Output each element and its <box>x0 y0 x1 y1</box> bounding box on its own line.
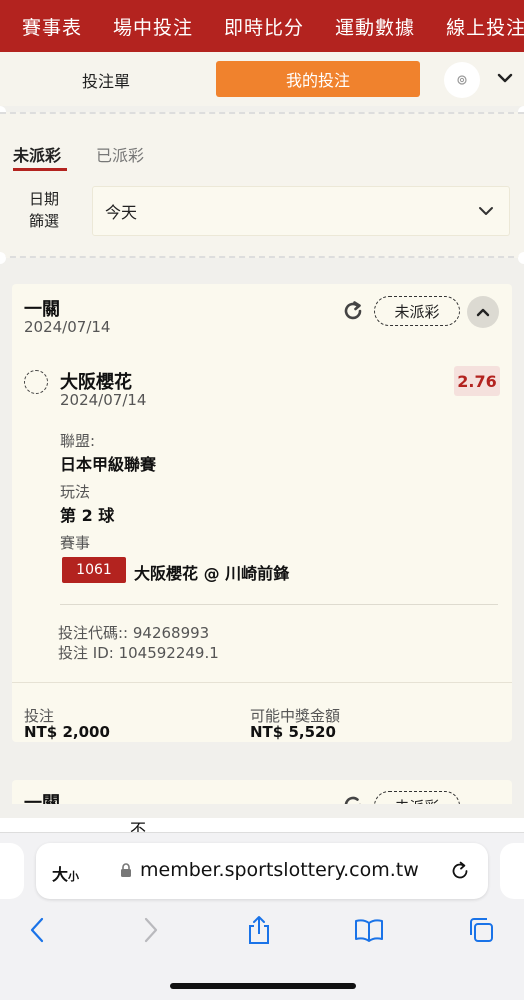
bookmarks-icon <box>355 919 383 942</box>
previous-tab-peek[interactable] <box>0 843 24 899</box>
bet-type: 一關 <box>24 793 60 804</box>
bet-date: 2024/07/14 <box>24 318 111 336</box>
nav-item-live-betting[interactable]: 場中投注 <box>91 13 202 40</box>
top-nav: 賽事表 場中投注 即時比分 運動數據 線上投注 <box>0 0 524 52</box>
nav-item-live-scores[interactable]: 即時比分 <box>202 13 313 40</box>
selection-status-icon <box>24 370 48 394</box>
nav-item-online-betting[interactable]: 線上投注 <box>424 13 524 40</box>
chevron-down-icon <box>479 207 493 215</box>
tab-bet-slip[interactable]: 投注單 <box>82 68 130 92</box>
back-button[interactable] <box>22 913 52 947</box>
share-icon <box>249 916 269 944</box>
back-icon <box>30 917 44 943</box>
partial-text: 不 <box>130 820 147 832</box>
selection-date: 2024/07/14 <box>60 391 147 409</box>
nav-item-sports-data[interactable]: 運動數據 <box>313 13 424 40</box>
event-label: 賽事 <box>60 534 91 552</box>
tabs-icon <box>470 918 493 942</box>
forward-icon <box>144 917 158 943</box>
tab-my-bets[interactable]: 我的投注 <box>216 61 420 97</box>
bet-card-footer: 投注 NT$ 2,000 可能中獎金額 NT$ 5,520 <box>12 682 512 742</box>
chevron-down-icon <box>497 73 513 83</box>
odds-badge: 2.76 <box>454 366 500 396</box>
collapse-card-button[interactable] <box>467 296 499 328</box>
tab-unsettled[interactable]: 未派彩 <box>13 142 61 166</box>
tabs-button[interactable] <box>466 913 496 947</box>
stake-value: NT$ 2,000 <box>24 723 110 741</box>
date-filter-value: 今天 <box>105 203 138 222</box>
bet-code: 投注代碼:: 94268993 <box>58 624 210 642</box>
nav-item-schedule[interactable]: 賽事表 <box>0 13 91 40</box>
next-tab-peek[interactable] <box>500 843 524 899</box>
bet-card: 一關 未派彩 <box>12 780 512 804</box>
home-indicator[interactable] <box>170 983 356 989</box>
bet-id: 投注 ID: 104592249.1 <box>58 644 219 662</box>
refresh-icon[interactable] <box>340 298 366 324</box>
bookmarks-button[interactable] <box>354 913 384 947</box>
reload-icon[interactable] <box>448 859 472 883</box>
market-label: 玩法 <box>60 483 91 501</box>
bet-filter-panel: 未派彩 已派彩 日期篩選 今天 <box>0 112 524 258</box>
url-text: member.sportslottery.com.tw <box>140 859 419 881</box>
text-size-button[interactable]: 大小 <box>52 861 79 885</box>
divider <box>60 604 498 605</box>
bet-card: 一關 2024/07/14 未派彩 大阪櫻花 2024/07/14 2.76 聯… <box>12 284 512 742</box>
settings-button[interactable] <box>444 62 480 98</box>
collapse-slip-button[interactable] <box>494 66 516 90</box>
refresh-icon[interactable] <box>340 792 366 804</box>
payout-value: NT$ 5,520 <box>250 723 336 741</box>
tab-settled[interactable]: 已派彩 <box>96 142 144 166</box>
lock-icon <box>121 863 131 877</box>
event-name: 大阪櫻花 @ 川崎前鋒 <box>134 564 290 583</box>
address-bar[interactable]: 大小 member.sportslottery.com.tw <box>36 843 488 899</box>
event-code-badge: 1061 <box>62 557 126 583</box>
bet-slip-header: 投注單 我的投注 <box>0 52 524 106</box>
status-badge: 未派彩 <box>374 791 460 804</box>
gear-icon <box>457 75 467 85</box>
chevron-up-icon <box>476 308 490 317</box>
active-tab-indicator <box>13 168 67 171</box>
share-button[interactable] <box>244 913 274 947</box>
ticket-notch <box>518 252 524 264</box>
league-label: 聯盟: <box>60 432 96 450</box>
date-filter-label: 日期篩選 <box>28 190 59 230</box>
date-filter-select[interactable]: 今天 <box>92 186 510 236</box>
league-value: 日本甲級聯賽 <box>60 455 157 474</box>
forward-button[interactable] <box>136 913 166 947</box>
status-badge: 未派彩 <box>374 296 460 326</box>
page-bottom-strip: 不 <box>0 818 524 832</box>
market-value: 第 2 球 <box>60 506 115 525</box>
browser-chrome: 大小 member.sportslottery.com.tw <box>0 832 524 1000</box>
